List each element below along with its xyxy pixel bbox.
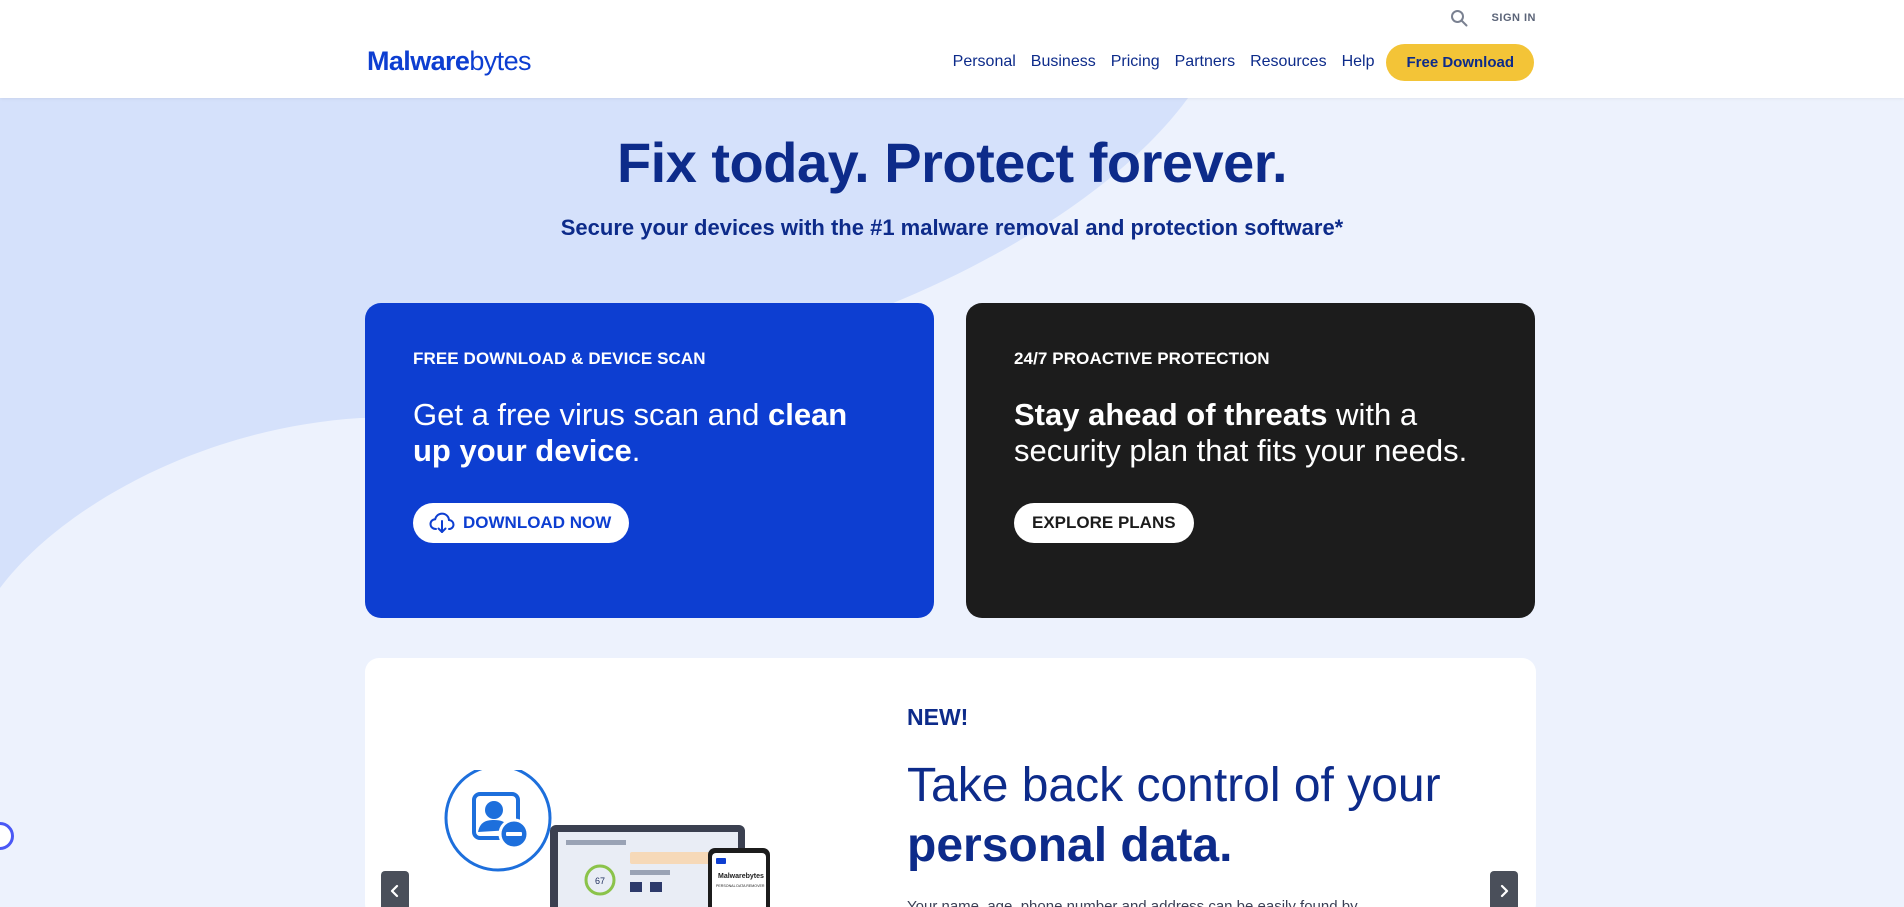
score-value: 67 xyxy=(595,876,605,886)
card-eyebrow: FREE DOWNLOAD & DEVICE SCAN xyxy=(413,349,706,368)
phone-logo-text: Malwarebytes xyxy=(718,873,764,880)
hero-subtitle: Secure your devices with the #1 malware … xyxy=(560,215,1344,240)
carousel-next-button[interactable] xyxy=(1490,871,1518,907)
explore-plans-button[interactable]: EXPLORE PLANS xyxy=(1014,503,1194,543)
card-body-bold: Stay ahead of threats xyxy=(1014,397,1328,432)
cloud-download-icon xyxy=(429,512,455,533)
feature-description: Your name, age, phone number and address… xyxy=(907,898,1358,907)
nav-item-personal[interactable]: Personal xyxy=(953,53,1016,71)
feature-carousel-slide: 67 Malwarebytes PERSONAL DATA REMOVER NE… xyxy=(365,658,1536,907)
card-body-plain: Get a free virus scan and xyxy=(413,397,768,432)
feature-title: Take back control of your personal data. xyxy=(907,756,1507,876)
carousel-prev-button[interactable] xyxy=(381,871,409,907)
utility-bar: SIGN IN xyxy=(1448,8,1536,28)
site-header: SIGN IN Malwarebytes Personal Business P… xyxy=(0,0,1904,98)
nav-item-partners[interactable]: Partners xyxy=(1175,53,1235,71)
free-download-button[interactable]: Free Download xyxy=(1386,43,1534,81)
nav-item-resources[interactable]: Resources xyxy=(1250,53,1326,71)
hero-title: Fix today. Protect forever. xyxy=(616,131,1288,194)
chevron-left-icon xyxy=(390,884,399,898)
feature-title-plain: Take back control of your xyxy=(907,759,1441,812)
malwarebytes-logo[interactable]: Malwarebytes xyxy=(365,44,532,78)
main-nav: Personal Business Pricing Partners Resou… xyxy=(938,43,1534,81)
feature-eyebrow: NEW! xyxy=(907,704,969,730)
card-body: Stay ahead of threats with a security pl… xyxy=(1014,397,1487,469)
nav-item-help[interactable]: Help xyxy=(1342,53,1375,71)
sign-in-link[interactable]: SIGN IN xyxy=(1492,12,1536,24)
search-button[interactable] xyxy=(1448,7,1470,29)
free-scan-card: FREE DOWNLOAD & DEVICE SCAN Get a free v… xyxy=(365,303,934,618)
accessibility-widget-button[interactable] xyxy=(0,822,14,850)
search-icon xyxy=(1450,10,1468,27)
nav-item-pricing[interactable]: Pricing xyxy=(1111,53,1160,71)
protection-card: 24/7 PROACTIVE PROTECTION Stay ahead of … xyxy=(966,303,1535,618)
logo-text-rest: bytes xyxy=(469,45,531,76)
download-now-label: DOWNLOAD NOW xyxy=(463,513,612,532)
card-eyebrow: 24/7 PROACTIVE PROTECTION xyxy=(1014,349,1270,368)
explore-plans-label: EXPLORE PLANS xyxy=(1032,513,1176,532)
nav-item-business[interactable]: Business xyxy=(1031,53,1096,71)
card-body: Get a free virus scan and clean up your … xyxy=(413,397,886,469)
chevron-right-icon xyxy=(1500,884,1509,898)
logo-text-bold: Malware xyxy=(367,45,470,76)
phone-panel-title: PERSONAL DATA REMOVER xyxy=(716,884,765,888)
personal-data-remover-illustration: 67 Malwarebytes PERSONAL DATA REMOVER xyxy=(444,770,770,907)
feature-title-bold: personal data. xyxy=(907,819,1233,872)
download-now-button[interactable]: DOWNLOAD NOW xyxy=(413,503,630,543)
card-body-end: . xyxy=(631,433,641,468)
